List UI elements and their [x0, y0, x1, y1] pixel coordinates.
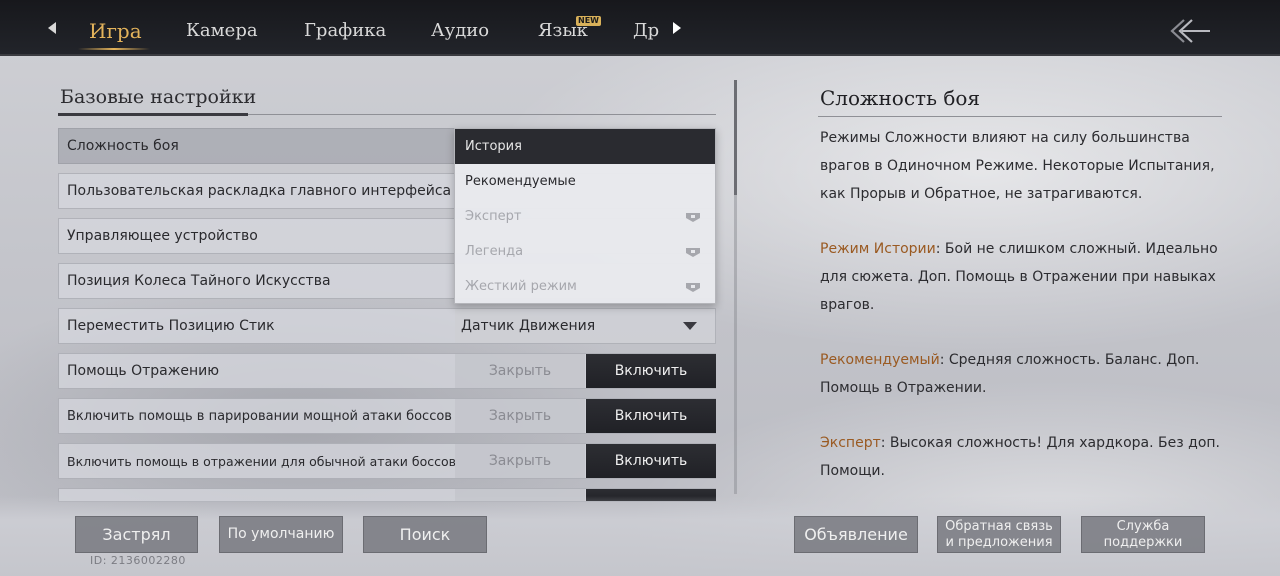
support-label-line1: Служба [1116, 519, 1170, 534]
setting-label: Включить помощь в парировании мощной ата… [67, 409, 452, 424]
section-title: Базовые настройки [60, 86, 257, 108]
search-button[interactable]: Поиск [363, 516, 487, 553]
tab-game[interactable]: Игра [89, 19, 142, 43]
move-stick-select[interactable]: Датчик Движения [455, 309, 715, 343]
dropdown-option-story[interactable]: История [455, 129, 715, 164]
setting-label: Пользовательская раскладка главного инте… [67, 183, 452, 199]
default-button[interactable]: По умолчанию [219, 516, 343, 553]
section-divider-accent [58, 113, 248, 116]
description-title: Сложность боя [820, 86, 981, 110]
user-id: ID: 2136002280 [90, 554, 186, 567]
toggle-off-button[interactable]: Закрыть [455, 399, 585, 433]
back-arrow-icon[interactable] [1168, 18, 1212, 44]
description-story: Режим Истории: Бой не слишком сложный. И… [820, 235, 1224, 319]
stuck-button[interactable]: Застрял [75, 516, 198, 553]
chevron-down-icon [683, 322, 697, 330]
tab-prev-arrow-icon[interactable] [48, 22, 56, 34]
top-tab-bar: Игра Камера Графика Аудио Язык NEW Др [0, 0, 1280, 56]
tab-next-arrow-icon[interactable] [673, 22, 681, 34]
setting-label: Включить помощь в отражении для обычной … [67, 454, 457, 469]
tab-other[interactable]: Др [633, 20, 659, 41]
feedback-label-line2: и предложения [945, 535, 1053, 550]
dropdown-option-expert[interactable]: Эксперт [455, 199, 715, 234]
lock-icon [686, 283, 700, 292]
feedback-label-line1: Обратная связь [945, 519, 1053, 534]
setting-row-boss-heavy-parry: Включить помощь в парировании мощной ата… [58, 398, 716, 434]
option-label: Жесткий режим [465, 279, 577, 294]
setting-label: Управляющее устройство [67, 228, 258, 244]
active-tab-indicator [78, 48, 150, 50]
tab-audio[interactable]: Аудио [431, 20, 489, 41]
lock-icon [686, 213, 700, 222]
new-badge: NEW [576, 16, 601, 26]
description-intro: Режимы Сложности влияют на силу большинс… [820, 130, 1215, 202]
dropdown-option-legend[interactable]: Легенда [455, 234, 715, 269]
expert-label: Эксперт [820, 435, 881, 451]
announcement-button[interactable]: Объявление [794, 516, 918, 553]
setting-label: Помощь Отражению [67, 363, 220, 379]
toggle-on-button[interactable]: Включить [586, 354, 716, 388]
toggle-off-button[interactable]: Закрыть [455, 354, 585, 388]
description-recommended: Рекомендуемый: Средняя сложность. Баланс… [820, 346, 1224, 402]
support-button[interactable]: Служба поддержки [1081, 516, 1205, 553]
select-value: Датчик Движения [461, 318, 596, 334]
story-mode-label: Режим Истории [820, 241, 936, 257]
toggle-on-button[interactable]: Включить [586, 444, 716, 478]
setting-label: Сложность боя [67, 138, 179, 154]
tab-camera[interactable]: Камера [186, 20, 258, 41]
description-expert: Эксперт: Высокая сложность! Для хардкора… [820, 429, 1224, 485]
description-divider [818, 116, 1222, 117]
toggle-on-button[interactable]: Включить [586, 399, 716, 433]
setting-label: Позиция Колеса Тайного Искусства [67, 273, 331, 289]
toggle-off-button[interactable]: Закрыть [455, 444, 585, 478]
tab-graphics[interactable]: Графика [304, 20, 386, 41]
setting-label: Переместить Позицию Стик [67, 318, 275, 334]
option-label: Эксперт [465, 209, 522, 224]
dropdown-option-recommended[interactable]: Рекомендуемые [455, 164, 715, 199]
option-label: Легенда [465, 244, 524, 259]
setting-row-move-stick: Переместить Позицию Стик Датчик Движения [58, 308, 716, 344]
settings-scrollbar-thumb[interactable] [734, 80, 737, 195]
setting-row-deflect-assist: Помощь Отражению Закрыть Включить [58, 353, 716, 389]
difficulty-dropdown: История Рекомендуемые Эксперт Легенда Же… [454, 128, 716, 304]
lock-icon [686, 248, 700, 257]
support-label-line2: поддержки [1103, 535, 1183, 550]
recommended-label: Рекомендуемый [820, 352, 940, 368]
feedback-button[interactable]: Обратная связь и предложения [937, 516, 1061, 553]
setting-row-boss-normal-deflect: Включить помощь в отражении для обычной … [58, 443, 716, 479]
dropdown-option-hard[interactable]: Жесткий режим [455, 269, 715, 304]
expert-text: : Высокая сложность! Для хардкора. Без д… [820, 435, 1220, 479]
